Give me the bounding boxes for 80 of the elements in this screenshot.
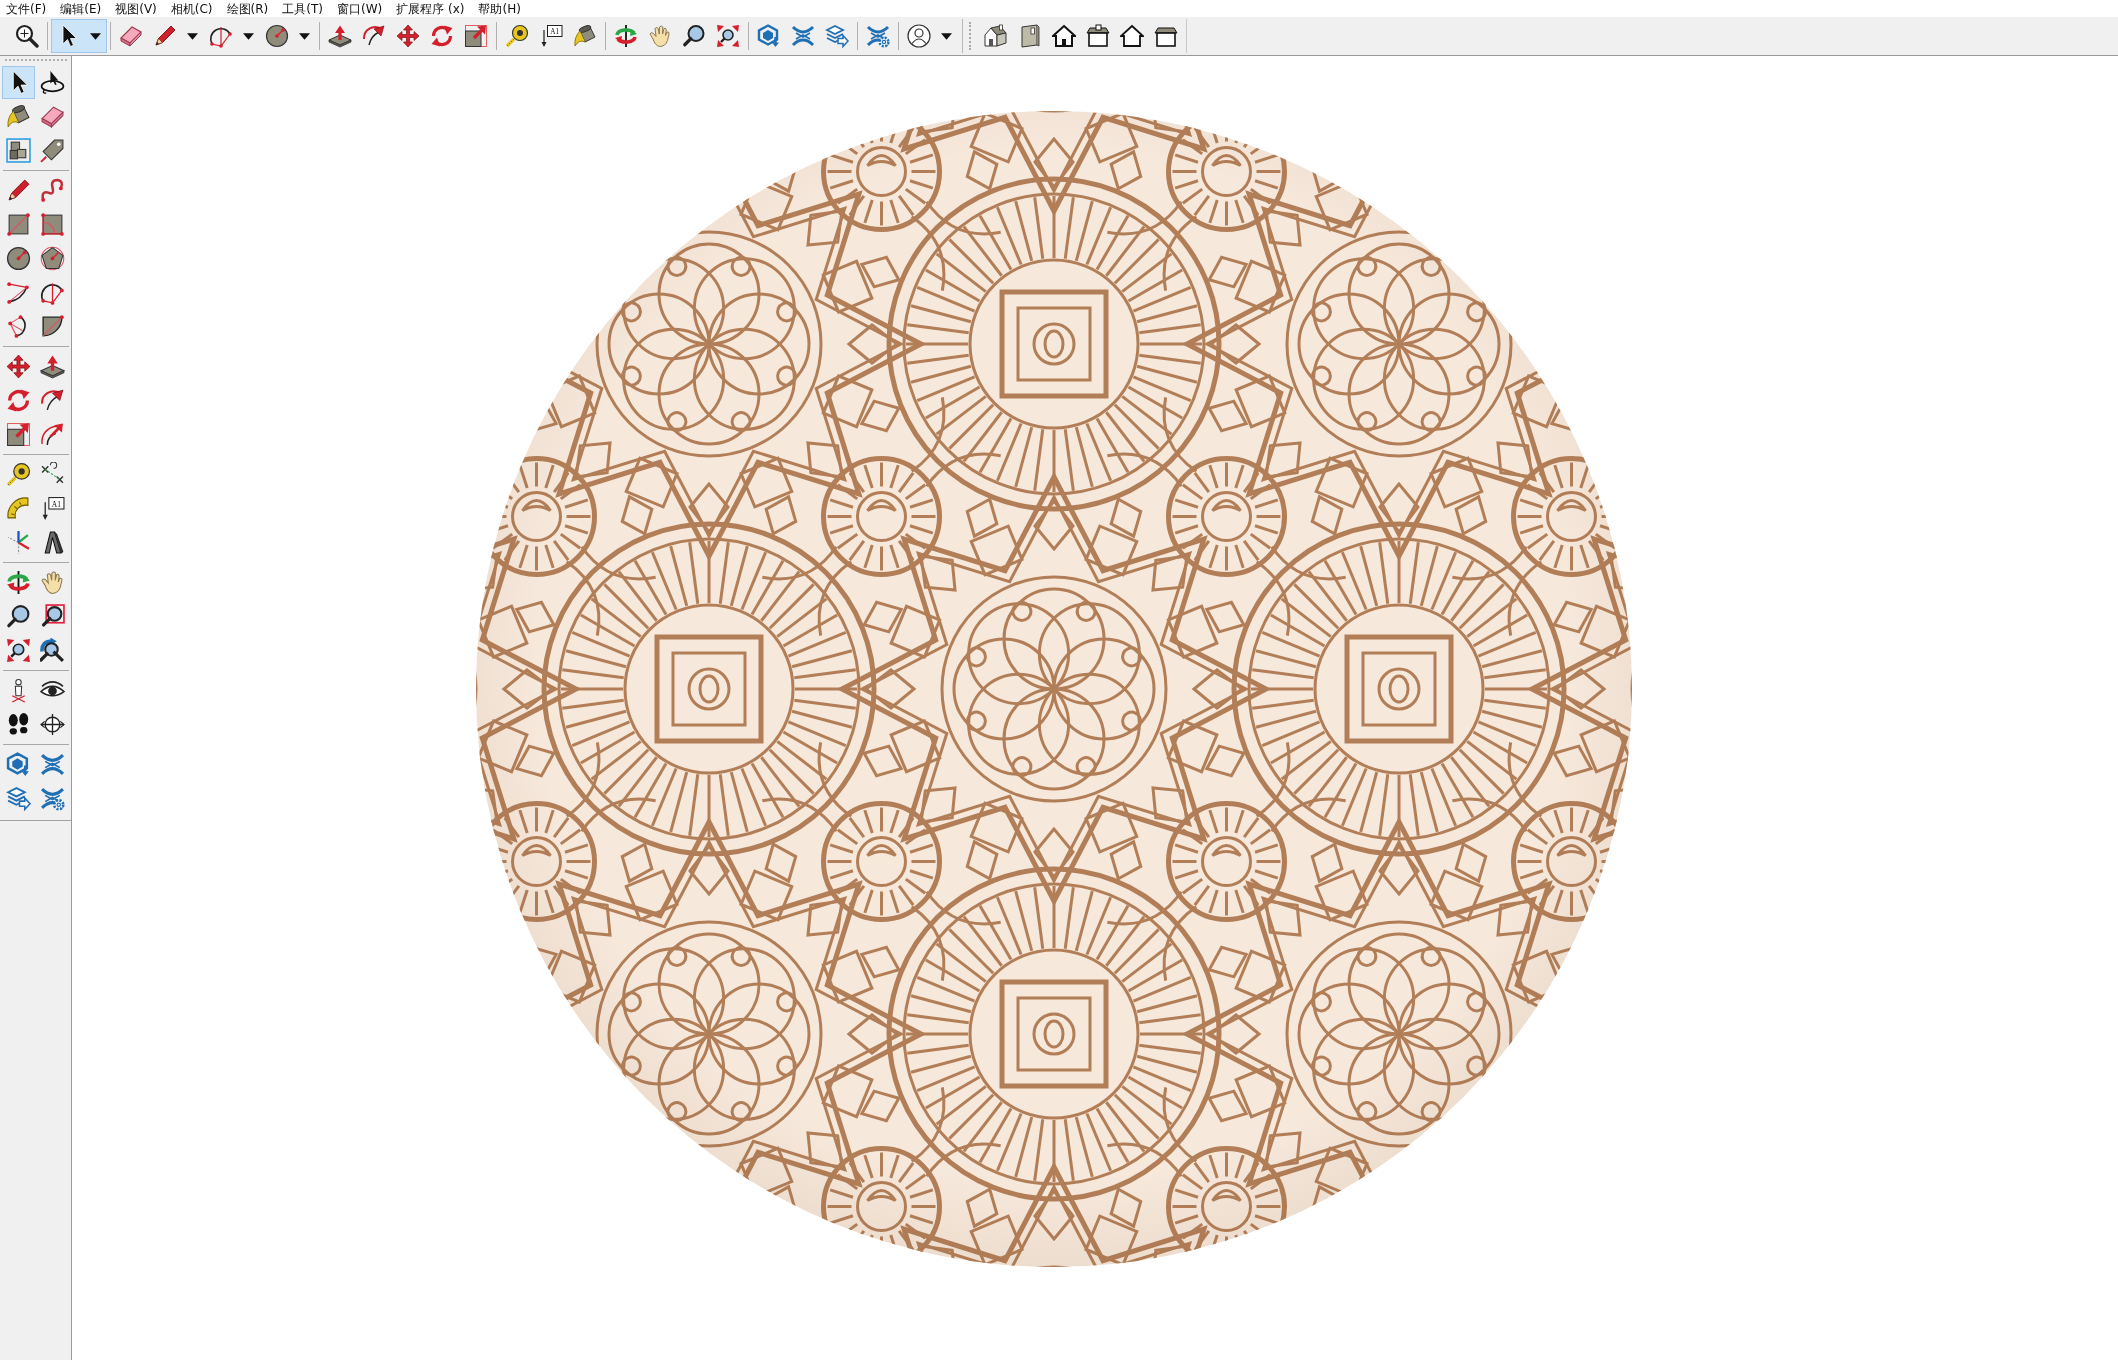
paint-bucket-icon (6, 104, 31, 129)
circle-icon (6, 246, 31, 271)
tape-measure-icon (6, 462, 31, 487)
rotate-arrows-icon (6, 388, 31, 413)
protractor-icon (6, 496, 31, 521)
eraser-icon (40, 104, 65, 129)
cube-download-icon (6, 752, 31, 777)
menu-item[interactable]: 扩展程序 (x) (396, 0, 465, 17)
arc-wedge-icon (209, 24, 233, 48)
caret-icon (243, 32, 254, 40)
search-icon (15, 24, 39, 48)
scale-icon (6, 422, 31, 447)
chevrons-gear-icon (40, 786, 65, 811)
user-avatar-icon (907, 24, 931, 48)
caret-icon (299, 32, 310, 40)
move-arrows-icon (396, 24, 420, 48)
chevrons-icon (791, 24, 815, 48)
house-right-icon (1086, 24, 1110, 48)
lasso-icon (40, 70, 65, 95)
magnifier-icon (682, 24, 706, 48)
tag-icon (40, 138, 65, 163)
chevrons-gear-icon (866, 24, 890, 48)
menu-item[interactable]: 文件(F) (6, 0, 47, 17)
text-tool-button[interactable]: A1 (36, 492, 69, 525)
select-tool-button[interactable] (2, 66, 35, 99)
layers-arrow-icon (6, 786, 31, 811)
menu-item[interactable]: 工具(T) (282, 0, 323, 17)
pie-icon (40, 314, 65, 339)
rotated-rectangle-icon (40, 212, 65, 237)
orbit-icon (614, 24, 638, 48)
house-left-icon (1154, 24, 1178, 48)
menu-item[interactable]: 编辑(E) (60, 0, 102, 17)
move-arrows-icon (6, 354, 31, 379)
caret-icon (187, 32, 198, 40)
eraser-icon (119, 24, 143, 48)
curved-arrow-icon (362, 24, 386, 48)
pencil-icon (6, 178, 31, 203)
cube-download-icon (757, 24, 781, 48)
zoom-extents-icon (6, 638, 31, 663)
hand-icon (40, 570, 65, 595)
zoom-window-icon (40, 604, 65, 629)
circle-icon (265, 24, 289, 48)
axes-icon (6, 530, 31, 555)
polygon-icon (40, 246, 65, 271)
magnifier-icon (6, 604, 31, 629)
icon-label: A1 (51, 499, 61, 509)
footprints-icon (6, 712, 31, 737)
zoom-extents-icon (716, 24, 740, 48)
push-pull-icon (328, 24, 352, 48)
menu-item[interactable]: 窗口(W) (336, 0, 383, 17)
arc-icon (6, 280, 31, 305)
paint-bucket-icon (573, 24, 597, 48)
pencil-icon (153, 24, 177, 48)
scale-icon (464, 24, 488, 48)
layers-arrow-icon (825, 24, 849, 48)
house-iso-icon (984, 24, 1008, 48)
push-pull-icon (40, 354, 65, 379)
orbit-icon (6, 570, 31, 595)
cubes-icon (6, 138, 31, 163)
tape-measure-icon (505, 24, 529, 48)
caret-icon (941, 32, 952, 40)
menu-item[interactable]: 绘图(R) (226, 0, 269, 17)
house-outline-icon (1120, 24, 1144, 48)
menu-item[interactable]: 视图(V) (115, 0, 157, 17)
previous-view-icon (40, 638, 65, 663)
rotate-arrows-icon (430, 24, 454, 48)
caret-icon (90, 32, 101, 40)
section-plane-icon (40, 712, 65, 737)
hand-icon (648, 24, 672, 48)
menu-item[interactable]: 相机(C) (170, 0, 213, 17)
rectangle-icon (6, 212, 31, 237)
chevrons-icon (40, 752, 65, 777)
house-front-icon (1052, 24, 1076, 48)
menu-item[interactable]: 帮助(H) (478, 0, 521, 17)
offset-icon (40, 422, 65, 447)
select-tool-button[interactable] (51, 19, 107, 53)
arc-wedge-icon (40, 280, 65, 305)
box-top-icon (1018, 24, 1042, 48)
curved-arrow-icon (40, 388, 65, 413)
freehand-icon (40, 178, 65, 203)
